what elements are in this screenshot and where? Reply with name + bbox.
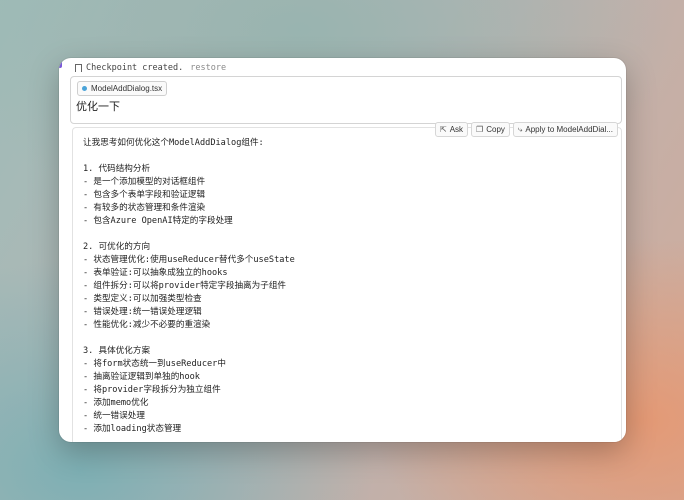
tsx-file-icon [82,86,87,91]
copy-label: Copy [486,125,505,134]
list-item: - 将provider字段拆分为独立组件 [83,385,221,395]
section-heading: 2. 可优化的方向 [83,242,151,252]
checkpoint-text: Checkpoint created. [86,63,184,73]
accent-marker [59,60,62,68]
list-item: - 状态管理优化:使用useReducer替代多个useState [83,255,295,265]
list-item: - 将form状态统一到useReducer中 [83,359,226,369]
bookmark-icon [75,64,82,72]
list-item: - 性能优化:减少不必要的重渲染 [83,320,211,330]
list-item: - 有较多的状态管理和条件渲染 [83,203,206,213]
apply-button[interactable]: ⤷ Apply to ModelAddDial... [512,122,618,137]
message-input[interactable]: ModelAddDialog.tsx 优化一下 [70,76,622,124]
checkpoint-bar: Checkpoint created. restore [75,61,226,75]
list-item: - 错误处理:统一错误处理逻辑 [83,307,202,317]
ask-button[interactable]: ⇱ Ask [435,122,469,137]
file-attachment-chip[interactable]: ModelAddDialog.tsx [77,81,168,96]
response-panel: ⇱ Ask ❐ Copy ⤷ Apply to ModelAddDial... … [72,122,622,442]
list-item: - 表单验证:可以抽象成独立的hooks [83,268,228,278]
list-item: - 抽离验证逻辑到单独的hook [83,372,200,382]
restore-link[interactable]: restore [190,63,226,73]
list-item: - 包含多个表单字段和验证逻辑 [83,190,206,200]
response-actions: ⇱ Ask ❐ Copy ⤷ Apply to ModelAddDial... [435,122,618,137]
section-heading: 1. 代码结构分析 [83,164,151,174]
user-query: 优化一下 [76,100,120,113]
list-item: - 包含Azure OpenAI特定的字段处理 [83,216,233,226]
list-item: - 是一个添加模型的对话框组件 [83,177,206,187]
list-item: - 添加loading状态管理 [83,424,182,434]
ask-icon: ⇱ [440,125,447,134]
copy-button[interactable]: ❐ Copy [471,122,510,137]
apply-icon: ⤷ [517,124,523,134]
list-item: - 组件拆分:可以将provider特定字段抽离为子组件 [83,281,287,291]
list-item: - 添加memo优化 [83,398,149,408]
ask-label: Ask [449,125,464,134]
response-content: 让我思考如何优化这个ModelAddDialog组件: 1. 代码结构分析 - … [83,137,611,436]
apply-label: Apply to ModelAddDial... [525,125,613,134]
response-intro: 让我思考如何优化这个ModelAddDialog组件: [83,138,264,148]
list-item: - 统一错误处理 [83,411,145,421]
section-heading: 3. 具体优化方案 [83,346,151,356]
list-item: - 类型定义:可以加强类型检查 [83,294,202,304]
attachment-filename: ModelAddDialog.tsx [91,84,163,93]
copy-icon: ❐ [476,125,484,134]
chat-window: Checkpoint created. restore ModelAddDial… [59,58,626,442]
